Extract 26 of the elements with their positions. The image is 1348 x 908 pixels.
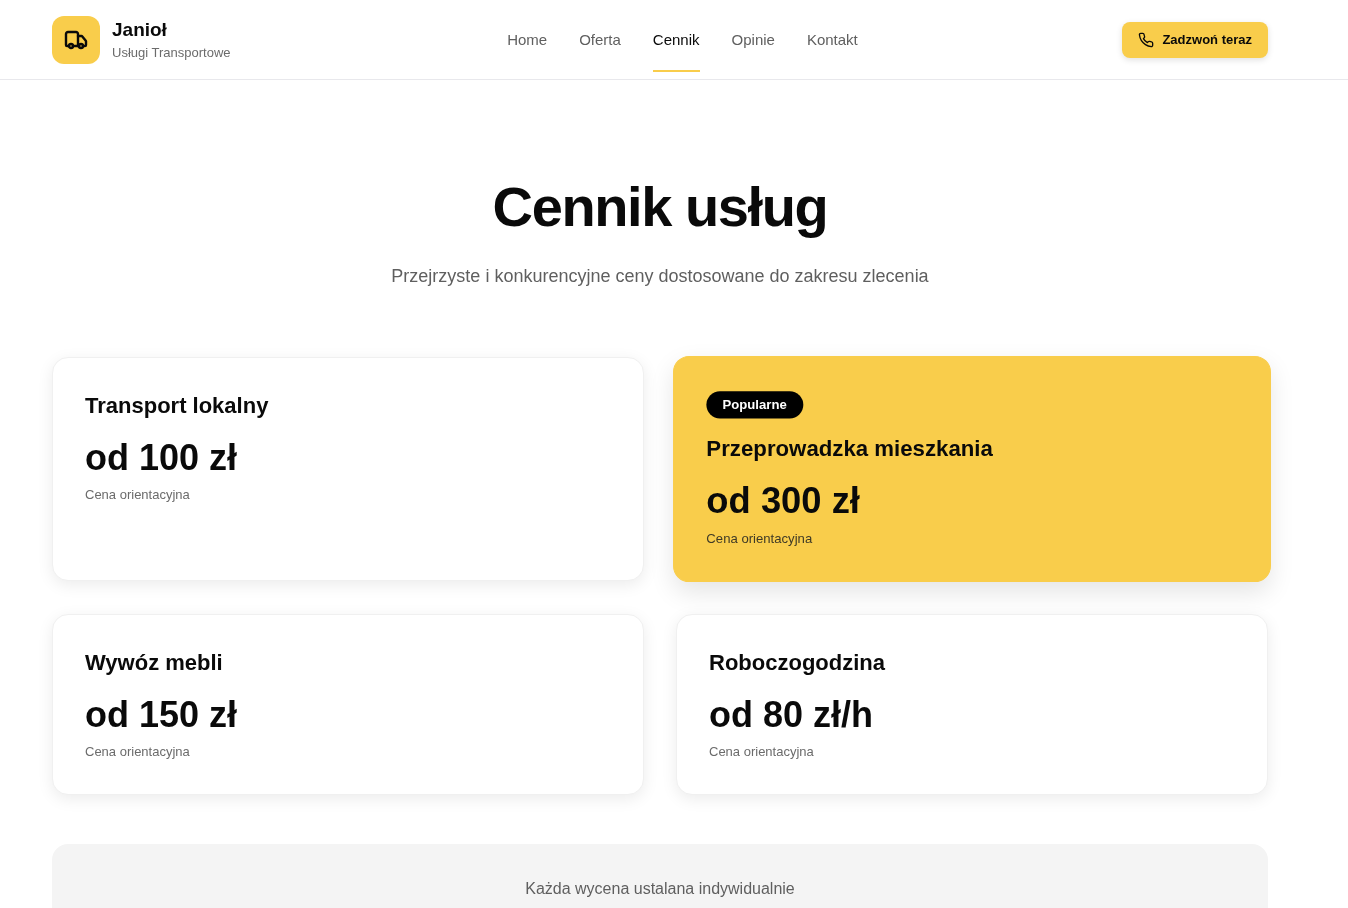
nav-link[interactable]: Cennik (652, 7, 700, 72)
service-title: Transport lokalny (85, 392, 269, 420)
price-note: Cena orientacyjna (85, 486, 190, 504)
price-note: Cena orientacyjna (706, 529, 813, 548)
nav-link[interactable]: Oferta (579, 7, 621, 72)
service-price: od 100 zł (85, 438, 238, 478)
service-title: Wywóz mebli (85, 649, 223, 677)
phone-icon (1138, 31, 1155, 48)
brand-tagline: Usługi Transportowe (112, 43, 231, 62)
popular-badge: Popularne (706, 391, 803, 419)
nav-link[interactable]: Opinie (731, 7, 775, 72)
logo-tile[interactable] (52, 15, 100, 64)
brand-name: Janioł (112, 17, 168, 42)
page-subtitle: Przejrzyste i konkurencyjne ceny dostosowane do zakresu zlecenia (390, 265, 930, 288)
nav-link[interactable]: Home (507, 7, 548, 72)
nav-link[interactable]: Kontakt (806, 7, 858, 72)
notice-text: Każda wycena ustalana indywidualnie (525, 879, 795, 899)
page-title: Cennik usług (491, 176, 829, 238)
call-button[interactable]: Zadzwoń teraz (1122, 21, 1268, 58)
price-note: Cena orientacyjna (709, 743, 814, 761)
service-title: Przeprowadzka mieszkania (706, 434, 993, 463)
service-price: od 80 zł/h (709, 695, 874, 735)
service-price: od 150 zł (85, 695, 238, 735)
service-price: od 300 zł (706, 481, 860, 522)
service-title: Roboczogodzina (709, 649, 885, 677)
price-note: Cena orientacyjna (85, 743, 190, 761)
